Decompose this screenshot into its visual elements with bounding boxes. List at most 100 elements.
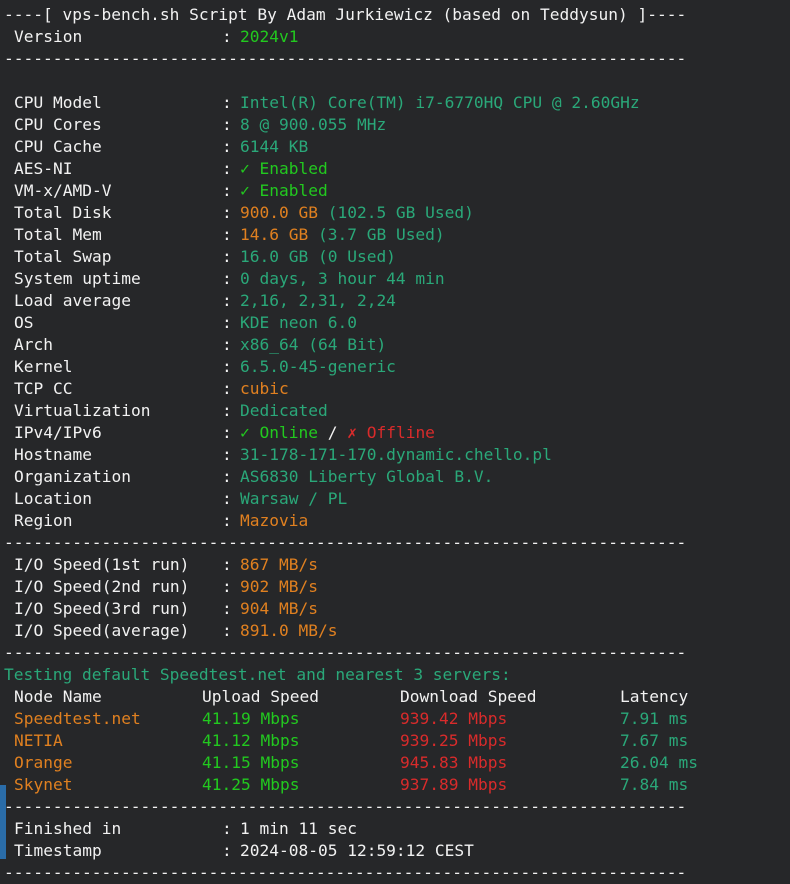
field-label: Region — [14, 511, 73, 530]
field-colon: : — [222, 357, 232, 376]
field-colon: : — [222, 291, 232, 310]
value-part-primary: 867 MB/s — [240, 555, 318, 574]
system-row-location: Location: Warsaw / PL — [0, 488, 790, 510]
io-row-i-o-speed-1st-run: I/O Speed(1st run):867 MB/s — [0, 554, 790, 576]
field-value: 867 MB/s — [240, 554, 790, 576]
script-banner: ----[ vps-bench.sh Script By Adam Jurkie… — [4, 5, 687, 24]
field-value: 904 MB/s — [240, 598, 790, 620]
field-label: VM-x/AMD-V — [14, 181, 112, 200]
system-row-vm-x-amd-v: VM-x/AMD-V: ✓ Enabled — [0, 180, 790, 202]
value-part-primary: Mazovia — [240, 511, 309, 530]
cell-upload-speed: 41.15 Mbps — [202, 753, 300, 772]
field-colon: : — [222, 467, 232, 486]
field-label: Finished in — [14, 819, 122, 838]
column-header-download-speed: Download Speed — [400, 687, 537, 706]
field-label: Total Swap — [14, 247, 112, 266]
scrollbar-indicator[interactable] — [0, 785, 6, 859]
system-row-total-disk: Total Disk:900.0 GB (102.5 GB Used) — [0, 202, 790, 224]
column-header-latency: Latency — [620, 687, 689, 706]
field-colon: : — [222, 577, 232, 596]
version-row: Version : 2024v1 — [0, 26, 790, 48]
system-row-load-average: Load average:2,16, 2,31, 2,24 — [0, 290, 790, 312]
field-label: CPU Cores — [14, 115, 102, 134]
field-value: 16.0 GB (0 Used) — [240, 246, 790, 268]
field-colon: : — [222, 819, 232, 838]
value-part-primary: 2,16, 2,31, 2,24 — [240, 291, 396, 310]
cell-node-name: Speedtest.net — [14, 709, 141, 728]
io-row-i-o-speed-2nd-run: I/O Speed(2nd run):902 MB/s — [0, 576, 790, 598]
field-label: Total Mem — [14, 225, 102, 244]
separator-1: ----------------------------------------… — [4, 49, 687, 68]
field-label: Kernel — [14, 357, 73, 376]
field-value: KDE neon 6.0 — [240, 312, 790, 334]
system-row-cpu-cores: CPU Cores:8 @ 900.055 MHz — [0, 114, 790, 136]
value-part-primary: KDE neon 6.0 — [240, 313, 357, 332]
cell-upload-speed: 41.19 Mbps — [202, 709, 300, 728]
speedtest-row-skynet: Skynet 41.25 Mbps 937.89 Mbps 7.84 ms — [0, 774, 790, 796]
system-row-hostname: Hostname:31-178-171-170.dynamic.chello.p… — [0, 444, 790, 466]
value-part-primary: ✓ Enabled — [240, 159, 328, 178]
field-label: I/O Speed(2nd run) — [14, 577, 190, 596]
system-row-kernel: Kernel:6.5.0-45-generic — [0, 356, 790, 378]
field-label: I/O Speed(average) — [14, 621, 190, 640]
field-label: CPU Cache — [14, 137, 102, 156]
speedtest-title: Testing default Speedtest.net and neares… — [4, 665, 511, 684]
field-colon: : — [222, 621, 232, 640]
field-label: System uptime — [14, 269, 141, 288]
field-label: AES-NI — [14, 159, 73, 178]
terminal-output: ----[ vps-bench.sh Script By Adam Jurkie… — [0, 0, 790, 882]
value-part-primary: 6144 KB — [240, 137, 309, 156]
system-row-aes-ni: AES-NI: ✓ Enabled — [0, 158, 790, 180]
field-label: Hostname — [14, 445, 92, 464]
system-row-organization: Organization: AS6830 Liberty Global B.V. — [0, 466, 790, 488]
field-value: ✓ Online / ✗ Offline — [240, 422, 790, 444]
value-part-primary: x86_64 (64 Bit) — [240, 335, 387, 354]
system-row-virtualization: Virtualization: Dedicated — [0, 400, 790, 422]
field-value: 2,16, 2,31, 2,24 — [240, 290, 790, 312]
value-part-primary: Dedicated — [240, 401, 328, 420]
system-info-section: CPU Model: Intel(R) Core(TM) i7-6770HQ CP… — [0, 92, 790, 532]
value-part-primary: 900.0 GB — [240, 203, 318, 222]
field-value: ✓ Enabled — [240, 180, 790, 202]
value-part-tertiary: ✗ Offline — [347, 423, 435, 442]
value-part-primary: 2024-08-05 12:59:12 CEST — [240, 841, 474, 860]
field-value: cubic — [240, 378, 790, 400]
value-part-primary: 6.5.0-45-generic — [240, 357, 396, 376]
field-colon: : — [222, 181, 232, 200]
field-value: 902 MB/s — [240, 576, 790, 598]
field-colon: : — [222, 269, 232, 288]
field-colon: : — [222, 555, 232, 574]
field-value: 6144 KB — [240, 136, 790, 158]
field-colon: : — [222, 511, 232, 530]
field-colon: : — [222, 225, 232, 244]
field-value: 8 @ 900.055 MHz — [240, 114, 790, 136]
field-label: CPU Model — [14, 93, 102, 112]
field-colon: : — [222, 203, 232, 222]
separator-4: ----------------------------------------… — [4, 797, 687, 816]
column-header-upload-speed: Upload Speed — [202, 687, 319, 706]
system-row-ipv4-ipv6: IPv4/IPv6: ✓ Online / ✗ Offline — [0, 422, 790, 444]
field-label: Total Disk — [14, 203, 112, 222]
field-value: 6.5.0-45-generic — [240, 356, 790, 378]
field-label: Organization — [14, 467, 131, 486]
cell-node-name: Orange — [14, 753, 73, 772]
version-value: 2024v1 — [240, 27, 299, 46]
value-part-primary: 8 @ 900.055 MHz — [240, 115, 387, 134]
version-colon: : — [222, 27, 232, 46]
value-part-primary: 16.0 GB (0 Used) — [240, 247, 396, 266]
cell-latency: 7.84 ms — [620, 775, 689, 794]
field-colon: : — [222, 401, 232, 420]
field-colon: : — [222, 93, 232, 112]
speedtest-header-row: Node Name Upload Speed Download Speed La… — [0, 686, 790, 708]
value-part-primary: 31-178-171-170.dynamic.chello.pl — [240, 445, 552, 464]
field-label: Arch — [14, 335, 53, 354]
column-header-node-name: Node Name — [14, 687, 102, 706]
field-value: Warsaw / PL — [240, 488, 790, 510]
value-part-primary: 14.6 GB — [240, 225, 309, 244]
field-value: AS6830 Liberty Global B.V. — [240, 466, 790, 488]
field-colon: : — [222, 445, 232, 464]
value-part-primary: Intel(R) Core(TM) i7-6770HQ CPU @ 2.60GH… — [240, 93, 640, 112]
value-part-primary: 902 MB/s — [240, 577, 318, 596]
speedtest-row-speedtest-net: Speedtest.net 41.19 Mbps 939.42 Mbps 7.91 m… — [0, 708, 790, 730]
value-part-primary: 891.0 MB/s — [240, 621, 338, 640]
